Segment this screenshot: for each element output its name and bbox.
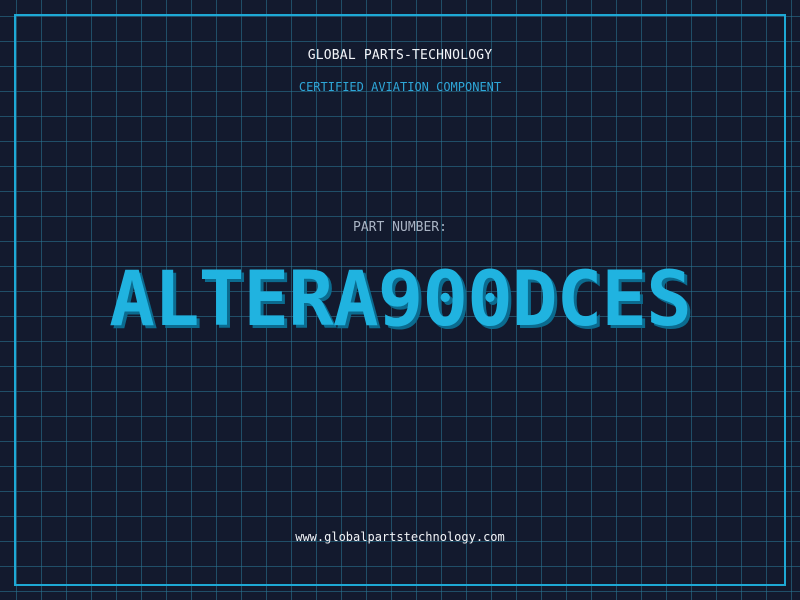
certificate-canvas: GLOBAL PARTS-TECHNOLOGY CERTIFIED AVIATI… [0, 0, 800, 600]
part-number-label: PART NUMBER: [353, 220, 447, 235]
website-link[interactable]: www.globalpartstechnology.com [0, 530, 800, 544]
company-name: GLOBAL PARTS-TECHNOLOGY [307, 48, 493, 63]
certification-text: CERTIFIED AVIATION COMPONENT [298, 80, 502, 94]
part-number-value: ALTERA900DCES [109, 254, 692, 343]
